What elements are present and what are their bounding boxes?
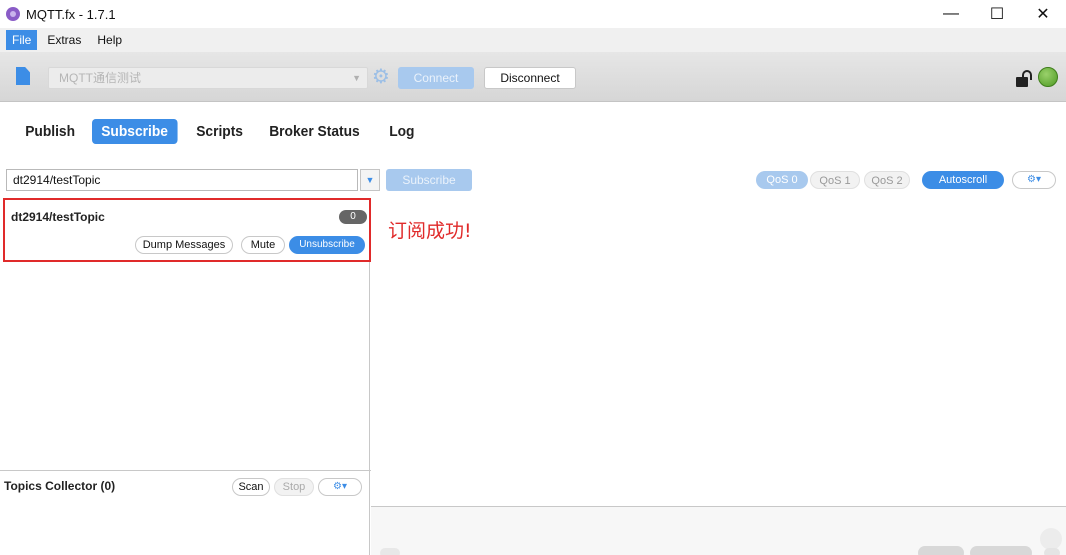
- tab-scripts[interactable]: Scripts: [187, 119, 252, 144]
- pane-divider[interactable]: [0, 470, 371, 471]
- gear-icon[interactable]: ⚙: [370, 66, 392, 88]
- mute-button[interactable]: Mute: [241, 236, 285, 254]
- menu-file[interactable]: File: [6, 30, 38, 50]
- qos1-toggle[interactable]: QoS 1: [810, 171, 860, 189]
- maximize-button[interactable]: ☐: [974, 0, 1020, 28]
- tab-broker-status[interactable]: Broker Status: [260, 119, 369, 144]
- connection-profile-select[interactable]: MQTT通信测试 ▼: [48, 67, 368, 89]
- mqttfx-app-icon: [6, 7, 20, 21]
- connection-status-icon: [1038, 67, 1058, 87]
- title-bar: MQTT.fx - 1.7.1 — ☐ ✕: [0, 0, 1066, 28]
- scan-button[interactable]: Scan: [232, 478, 270, 496]
- topics-collector-title: Topics Collector (0): [4, 479, 116, 493]
- window-controls: — ☐ ✕: [928, 0, 1066, 28]
- close-button[interactable]: ✕: [1020, 0, 1066, 28]
- topic-history-dropdown[interactable]: ▼: [360, 169, 380, 191]
- unsubscribe-button[interactable]: Unsubscribe: [289, 236, 365, 254]
- message-count-badge: 0: [339, 210, 367, 224]
- stop-button[interactable]: Stop: [274, 478, 314, 496]
- tab-log[interactable]: Log: [380, 119, 424, 144]
- autoscroll-toggle[interactable]: Autoscroll: [922, 171, 1004, 189]
- qos0-toggle[interactable]: QoS 0: [756, 171, 808, 189]
- subscribe-success-annotation: 订阅成功!: [388, 220, 472, 242]
- subscription-topic: dt2914/testTopic: [11, 210, 105, 224]
- dump-messages-button[interactable]: Dump Messages: [135, 236, 233, 254]
- detail-small-control[interactable]: [1044, 548, 1060, 555]
- unlocked-padlock-icon: [1014, 68, 1034, 88]
- window-title: MQTT.fx - 1.7.1: [26, 6, 116, 22]
- subscription-item[interactable]: dt2914/testTopic 0 Dump Messages Mute Un…: [3, 198, 371, 262]
- connect-button[interactable]: Connect: [398, 67, 474, 89]
- menu-help[interactable]: Help: [91, 30, 128, 50]
- detail-control-a[interactable]: [918, 546, 964, 555]
- detail-left-control[interactable]: [380, 548, 400, 555]
- connection-toolbar: MQTT通信测试 ▼ ⚙ Connect Disconnect: [0, 52, 1066, 102]
- menu-extras[interactable]: Extras: [41, 30, 87, 50]
- qos2-toggle[interactable]: QoS 2: [864, 171, 910, 189]
- menu-bar: File Extras Help: [0, 28, 1066, 52]
- detail-round-control[interactable]: [1040, 528, 1062, 550]
- tab-publish[interactable]: Publish: [16, 119, 84, 144]
- collector-settings-button[interactable]: ⚙▾: [318, 478, 362, 496]
- connection-profile-value: MQTT通信测试: [59, 71, 141, 85]
- main-tabs: Publish Subscribe Scripts Broker Status …: [16, 117, 429, 145]
- document-icon[interactable]: [16, 67, 30, 85]
- topic-input[interactable]: dt2914/testTopic: [6, 169, 358, 191]
- disconnect-button[interactable]: Disconnect: [484, 67, 576, 89]
- chevron-down-icon: ▼: [352, 73, 361, 83]
- minimize-button[interactable]: —: [928, 0, 974, 28]
- message-settings-button[interactable]: ⚙▾: [1012, 171, 1056, 189]
- subscribe-button[interactable]: Subscribe: [386, 169, 472, 191]
- detail-control-b[interactable]: [970, 546, 1032, 555]
- tab-subscribe[interactable]: Subscribe: [92, 118, 178, 144]
